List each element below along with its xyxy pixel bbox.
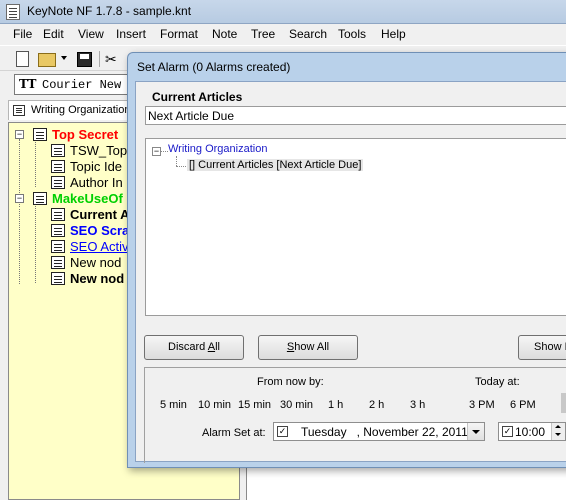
node-icon xyxy=(51,272,65,285)
spin-down-icon[interactable] xyxy=(555,433,561,436)
date-enabled-checkbox[interactable]: ✓ xyxy=(277,426,288,437)
time-spinner[interactable] xyxy=(551,423,565,440)
spin-up-icon[interactable] xyxy=(555,425,561,428)
preset-15min[interactable]: 15 min xyxy=(238,399,271,411)
node-icon xyxy=(33,128,47,141)
dialog-title: Set Alarm (0 Alarms created) xyxy=(137,60,291,74)
menu-insert[interactable]: Insert xyxy=(116,27,146,41)
from-now-by-label: From now by: xyxy=(257,376,324,388)
preset-6pm[interactable]: 6 PM xyxy=(510,399,536,411)
node-icon xyxy=(51,240,65,253)
today-at-label: Today at: xyxy=(475,376,520,388)
menu-file[interactable]: File xyxy=(13,27,32,41)
tab-label: Writing Organization xyxy=(31,104,131,116)
tree-connector xyxy=(176,156,177,166)
tree-connector xyxy=(161,151,168,152)
preset-1h[interactable]: 1 h xyxy=(328,399,343,411)
tree-connector xyxy=(176,166,186,167)
tree-node-label: MakeUseOf xyxy=(52,191,123,206)
tree-node-label: New nod xyxy=(70,255,122,270)
menu-help[interactable]: Help xyxy=(381,27,406,41)
node-icon xyxy=(51,160,65,173)
cut-icon[interactable]: ✂ xyxy=(105,51,121,67)
alarm-note-heading: Current Articles xyxy=(152,90,243,104)
tree-node-label: TSW_Top xyxy=(70,143,128,158)
tree-node-label: New nod xyxy=(70,271,125,286)
discard-all-button[interactable]: Discard All xyxy=(144,335,244,360)
collapse-toggle[interactable]: − xyxy=(152,147,161,156)
menu-bar: File Edit View Insert Format Note Tree S… xyxy=(0,24,566,44)
alarm-tree-item[interactable]: [] Current Articles [Next Article Due] xyxy=(187,159,364,171)
tree-node-label: SEO Activ xyxy=(70,239,129,254)
title-bar: KeyNote NF 1.7.8 - sample.knt xyxy=(0,0,566,24)
collapse-toggle[interactable]: − xyxy=(15,130,24,139)
tree-node-label: Current A xyxy=(70,207,130,222)
preset-2h[interactable]: 2 h xyxy=(369,399,384,411)
node-icon xyxy=(51,208,65,221)
node-icon xyxy=(51,224,65,237)
tab-writing-organization[interactable]: Writing Organization xyxy=(8,100,134,120)
save-icon[interactable] xyxy=(77,52,92,67)
tree-node-label: Top Secret xyxy=(52,127,119,142)
menu-edit[interactable]: Edit xyxy=(43,27,64,41)
truetype-font-icon: TT xyxy=(19,77,37,91)
app-icon xyxy=(6,4,20,20)
node-icon xyxy=(51,144,65,157)
node-icon xyxy=(51,256,65,269)
tree-node-label: Topic Ide xyxy=(70,159,123,174)
alarm-set-at-label: Alarm Set at: xyxy=(202,427,266,439)
alarm-date-picker[interactable]: ✓ Tuesday , November 22, 2011 xyxy=(273,422,485,441)
tree-connector xyxy=(35,203,36,283)
scrollbar-thumb[interactable] xyxy=(561,393,566,413)
note-icon xyxy=(13,105,25,116)
alarm-time-picker[interactable]: ✓ 10:00 xyxy=(498,422,566,441)
font-name-value: Courier New xyxy=(42,78,122,92)
tree-node-label: SEO Scra xyxy=(70,223,130,238)
menu-format[interactable]: Format xyxy=(160,27,198,41)
toolbar-separator xyxy=(99,51,100,67)
node-icon xyxy=(51,176,65,189)
alarm-subject-value: Next Article Due xyxy=(148,109,235,123)
new-file-icon[interactable] xyxy=(16,51,29,67)
collapse-toggle[interactable]: − xyxy=(15,194,24,203)
menu-tree[interactable]: Tree xyxy=(251,27,275,41)
alarm-time-value: 10:00 xyxy=(515,425,546,439)
time-enabled-checkbox[interactable]: ✓ xyxy=(502,426,513,437)
preset-5min[interactable]: 5 min xyxy=(160,399,187,411)
window-title: KeyNote NF 1.7.8 - sample.knt xyxy=(27,4,192,18)
chevron-down-icon[interactable] xyxy=(467,423,484,440)
show-reminders-button[interactable]: Show R xyxy=(518,335,566,360)
menu-note[interactable]: Note xyxy=(212,27,237,41)
alarm-list-tree[interactable]: − Writing Organization [] Current Articl… xyxy=(145,138,566,316)
node-icon xyxy=(33,192,47,205)
preset-30min[interactable]: 30 min xyxy=(280,399,313,411)
tree-connector xyxy=(19,209,20,284)
tree-connector xyxy=(35,139,36,187)
preset-10min[interactable]: 10 min xyxy=(198,399,231,411)
alarm-date-value: Tuesday , November 22, 2011 xyxy=(301,425,468,439)
preset-3pm[interactable]: 3 PM xyxy=(469,399,495,411)
preset-3h[interactable]: 3 h xyxy=(410,399,425,411)
show-all-button[interactable]: Show All xyxy=(258,335,358,360)
menu-tools[interactable]: Tools xyxy=(338,27,366,41)
alarm-tree-root[interactable]: Writing Organization xyxy=(168,143,267,155)
set-alarm-dialog: Set Alarm (0 Alarms created) Current Art… xyxy=(127,52,566,468)
open-folder-icon[interactable] xyxy=(38,53,56,67)
font-name-combo[interactable]: TT Courier New xyxy=(14,74,132,95)
alarm-subject-field[interactable]: Next Article Due xyxy=(145,106,566,125)
tree-node-label: Author In xyxy=(70,175,123,190)
dropdown-arrow-icon[interactable] xyxy=(61,56,67,60)
menu-view[interactable]: View xyxy=(78,27,104,41)
menu-search[interactable]: Search xyxy=(289,27,327,41)
